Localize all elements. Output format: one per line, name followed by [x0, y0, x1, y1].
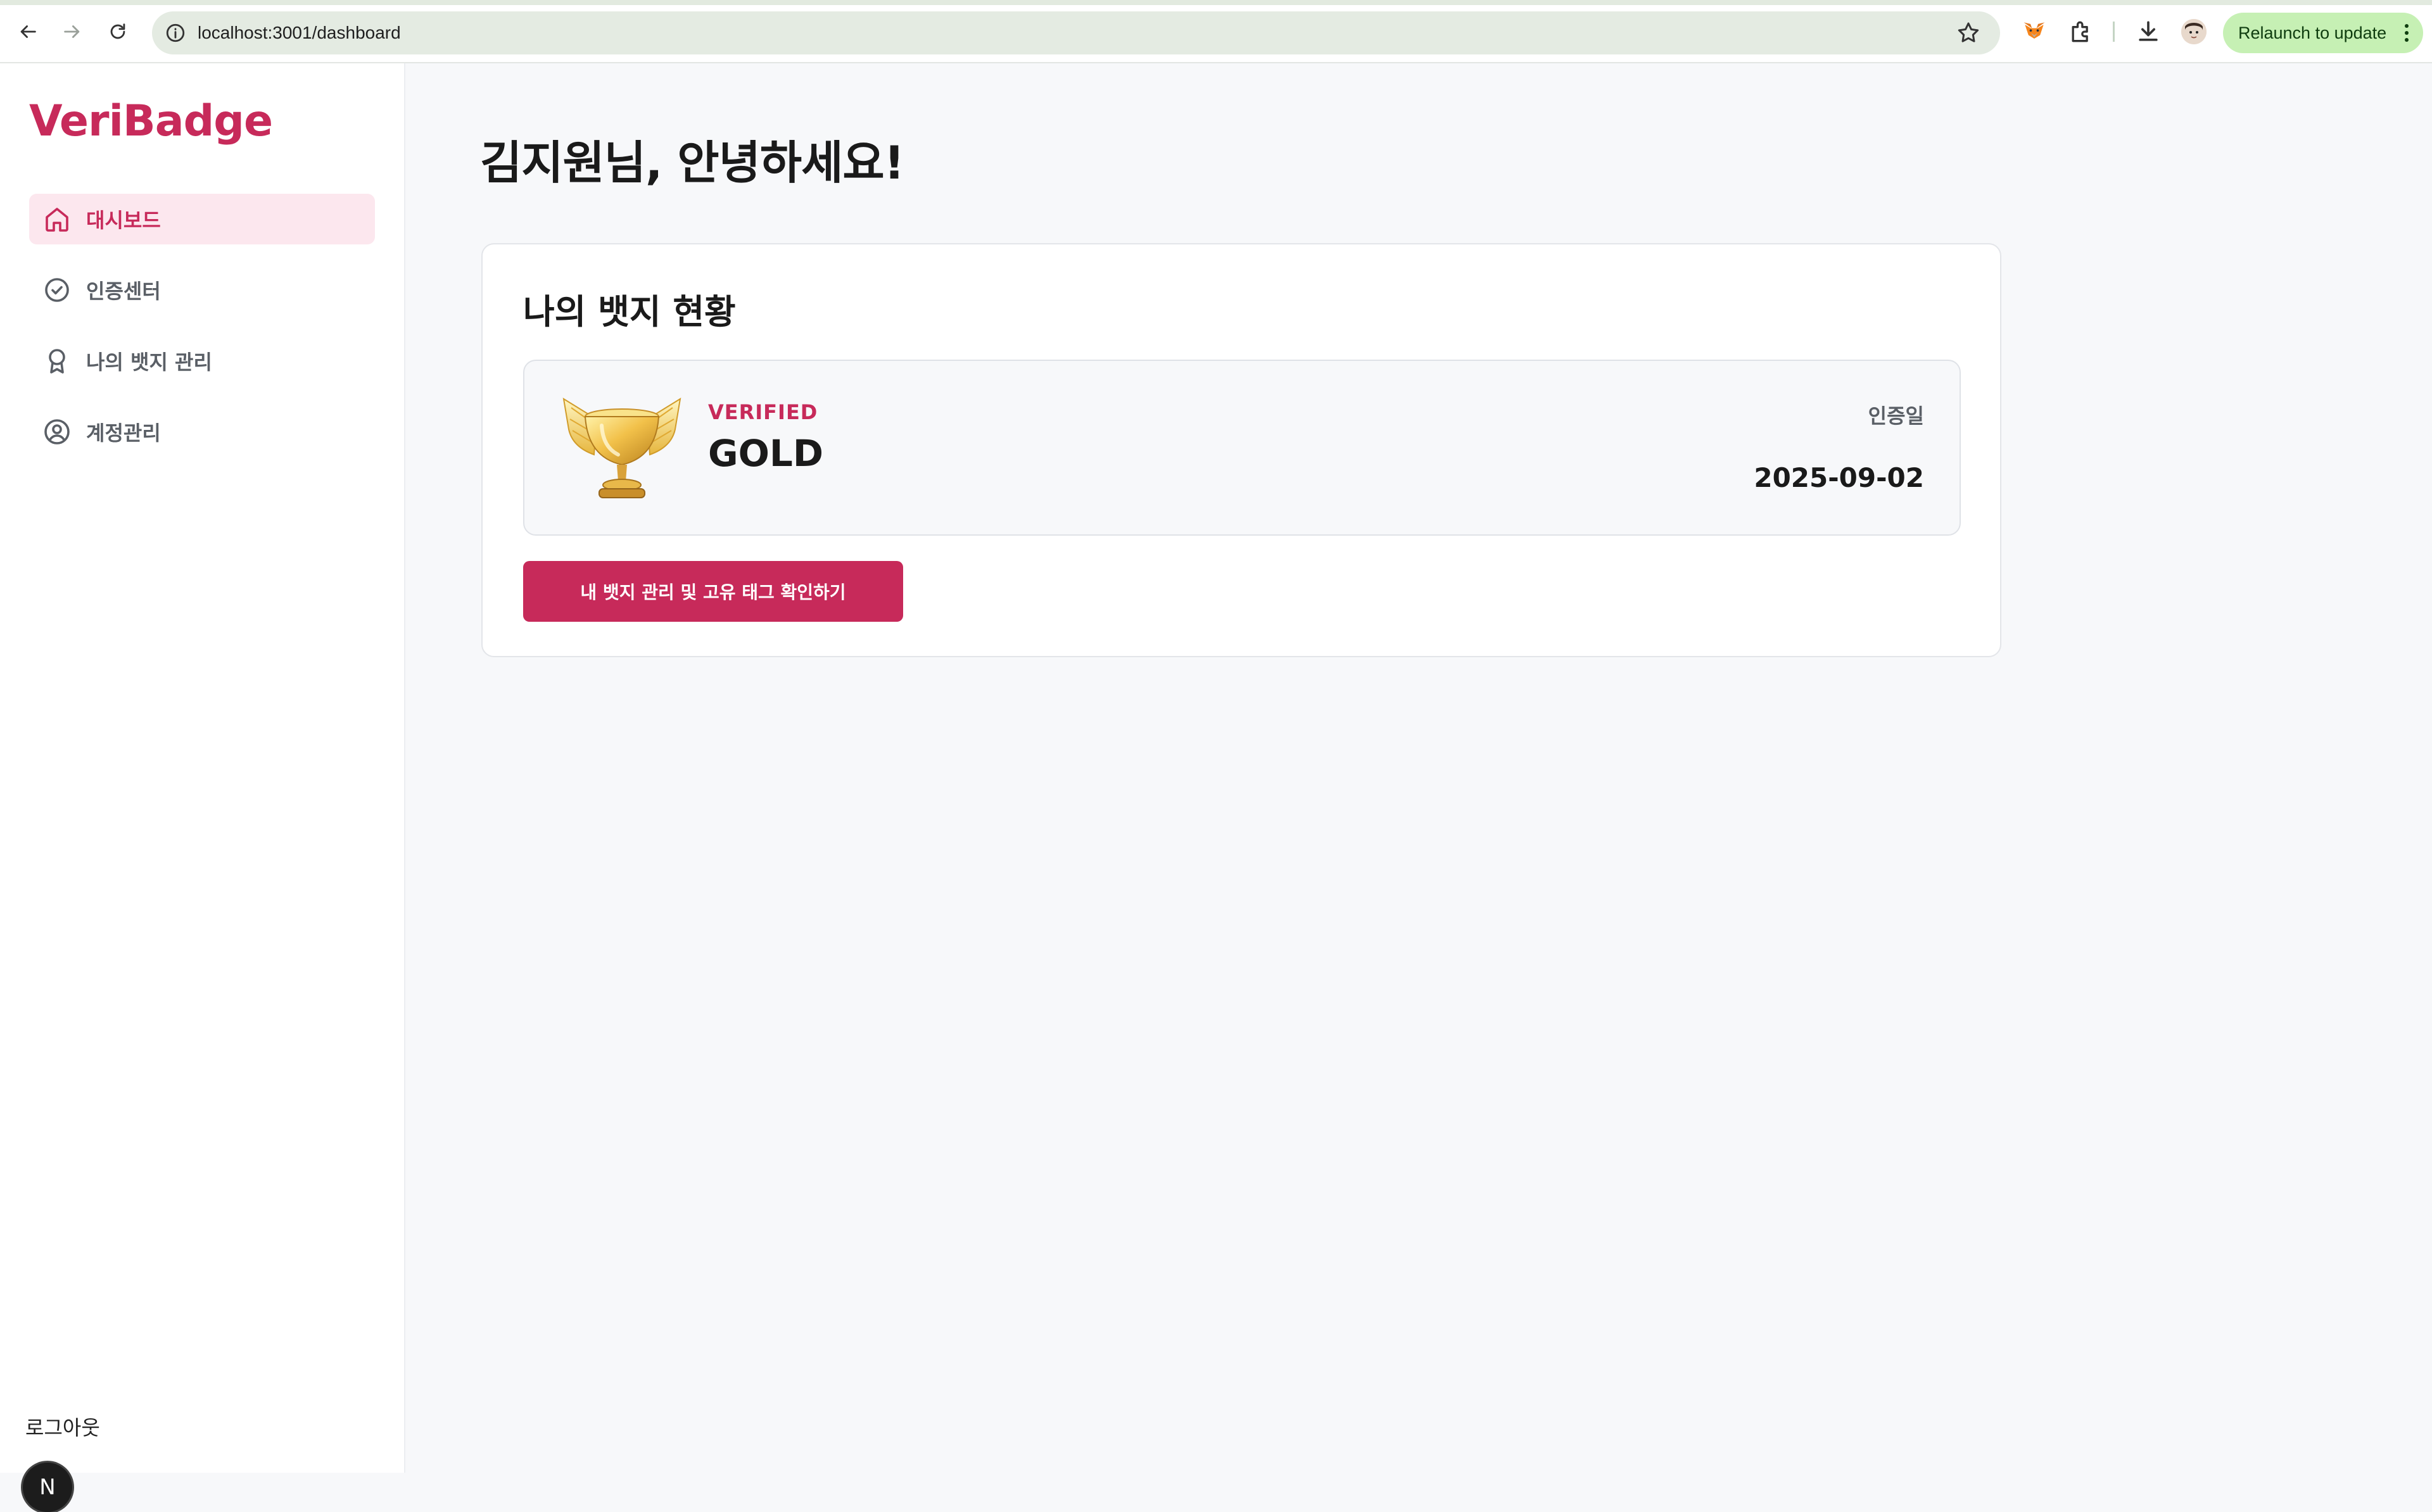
browser-toolbar: localhost:3001/dashboard Relaunch to upd…: [0, 0, 2432, 63]
certification-date: 2025-09-02: [1754, 462, 1924, 493]
more-vertical-icon[interactable]: [2404, 24, 2409, 42]
brand-logo[interactable]: VeriBadge: [29, 96, 273, 147]
bookmark-star-icon[interactable]: [1956, 20, 1981, 46]
sidebar-item-label: 계정관리: [86, 421, 161, 445]
nextjs-dev-indicator[interactable]: N: [23, 1463, 72, 1512]
trophy-icon: [562, 397, 681, 498]
address-bar[interactable]: localhost:3001/dashboard: [152, 11, 2000, 54]
reload-icon: [110, 23, 125, 39]
award-icon: [49, 349, 65, 374]
sidebar-item-my-badges[interactable]: 나의 뱃지 관리: [29, 336, 375, 386]
tab-strip-edge: [0, 0, 2432, 5]
sidebar-item-dashboard[interactable]: 대시보드: [29, 194, 375, 244]
page-title: 김지원님, 안녕하세요!: [480, 136, 904, 189]
sidebar-item-certification-center[interactable]: 인증센터: [29, 265, 375, 315]
badge-status: VERIFIED: [708, 400, 818, 424]
card-title: 나의 뱃지 현황: [523, 292, 736, 332]
sidebar-item-label: 대시보드: [86, 208, 161, 232]
user-circle-icon: [44, 419, 70, 444]
logout-link[interactable]: 로그아웃: [25, 1412, 100, 1441]
certification-date-label: 인증일: [1868, 404, 1924, 428]
relaunch-label: Relaunch to update: [2238, 23, 2387, 42]
url-text[interactable]: localhost:3001/dashboard: [198, 22, 401, 44]
next-badge-letter: N: [39, 1475, 56, 1500]
profile-avatar[interactable]: [2181, 19, 2207, 44]
forward-button[interactable]: [56, 15, 89, 48]
sidebar-menu: 대시보드 인증센터 나의 뱃지 관리 계정관리: [29, 194, 375, 477]
profile-face-icon: [2181, 19, 2207, 44]
sidebar-item-label: 인증센터: [86, 279, 161, 303]
extensions-puzzle-icon[interactable]: [2067, 18, 2095, 46]
manage-badges-button[interactable]: 내 뱃지 관리 및 고유 태그 확인하기: [523, 561, 903, 622]
info-icon[interactable]: [165, 22, 186, 44]
relaunch-update-button[interactable]: Relaunch to update: [2223, 13, 2423, 53]
arrow-left-icon: [20, 25, 36, 38]
badge-tier: GOLD: [708, 432, 824, 475]
check-circle-icon: [45, 278, 69, 302]
badge-summary: VERIFIED GOLD 인증일 2025-09-02: [523, 360, 1961, 536]
badge-status-card: 나의 뱃지 현황 VERIFIED GOLD 인증일 2025-09-02 내 …: [481, 243, 2001, 657]
home-icon: [46, 208, 68, 232]
sidebar: VeriBadge 대시보드 인증센터 나의 뱃지 관리 계정관리 로그아웃 N: [0, 63, 405, 1512]
arrow-right-icon: [64, 25, 80, 38]
reload-button[interactable]: [101, 15, 134, 48]
metamask-fox-icon[interactable]: [2020, 18, 2048, 46]
toolbar-divider: [2113, 22, 2115, 42]
download-icon[interactable]: [2134, 18, 2162, 46]
sidebar-item-label: 나의 뱃지 관리: [86, 350, 212, 374]
sidebar-item-account[interactable]: 계정관리: [29, 406, 375, 457]
back-button[interactable]: [11, 15, 44, 48]
